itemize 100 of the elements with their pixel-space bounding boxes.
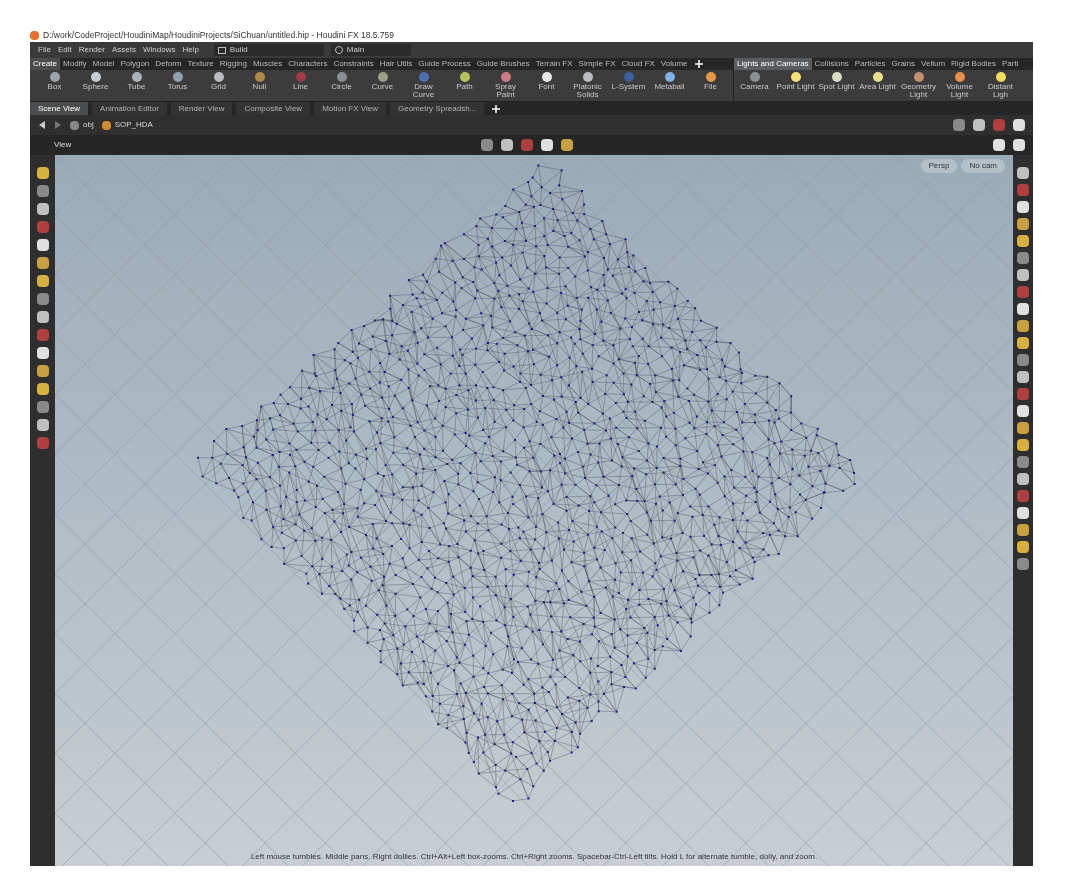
shelf-tab[interactable]: Texture [184,58,217,70]
shelf-tab[interactable]: Muscles [249,58,286,70]
shelf-tab[interactable]: Terrain FX [532,58,576,70]
tool-icon[interactable] [541,139,554,151]
shelf-tool-button[interactable]: Draw Curve [403,70,444,101]
menu-item[interactable]: File [38,44,51,56]
menu-item[interactable]: Assets [111,44,136,56]
shelf-tab[interactable]: Cloud FX [618,58,658,70]
shelf-tool-button[interactable]: Spray Paint [485,70,526,101]
shelf-tool-button[interactable]: Camera [734,70,775,101]
pane-tab[interactable]: Composite View [236,102,311,115]
tool-icon[interactable] [1013,139,1025,151]
tool-icon[interactable] [1017,439,1029,451]
tool-icon[interactable] [36,239,49,251]
shelf-tab[interactable]: Simple FX [575,58,619,70]
tool-icon[interactable] [1017,303,1029,315]
camera-menu[interactable]: Persp [920,159,958,173]
pane-tab[interactable]: Animation Editor [92,102,167,115]
tool-icon[interactable] [501,139,514,151]
pane-tab[interactable]: Render View [170,102,233,115]
tool-icon[interactable] [36,167,49,179]
tool-icon[interactable] [36,365,49,377]
shelf-tab[interactable]: Guide Brushes [473,58,533,70]
shelf-tool-button[interactable]: Geometry Light [898,70,939,101]
camera-menu[interactable]: No cam [961,159,1005,173]
shelf-tool-button[interactable]: Circle [321,70,362,101]
shelf-tool-button[interactable]: Metaball [649,70,690,101]
tool-icon[interactable] [1017,201,1029,213]
shelf-tab[interactable]: Parti [999,58,1022,70]
pane-link-dropdown[interactable]: Main [330,44,411,56]
shelf-tool-button[interactable]: Grid [198,70,239,101]
shelf-tab[interactable]: Rigging [216,58,250,70]
shelf-tool-button[interactable]: Point Light [775,70,816,101]
tool-icon[interactable] [1013,119,1025,131]
shelf-tool-button[interactable]: Curve [362,70,403,101]
shelf-tab[interactable]: Model [89,58,118,70]
shelf-tool-button[interactable]: Line [280,70,321,101]
tool-icon[interactable] [1017,218,1029,230]
pane-tab[interactable]: Geometry Spreadsh... [390,102,485,115]
tool-icon[interactable] [1017,167,1029,179]
tool-icon[interactable] [1017,541,1029,553]
tool-icon[interactable] [1017,235,1029,247]
tool-icon[interactable] [1017,405,1029,417]
shelf-tool-button[interactable]: Spot Light [816,70,857,101]
shelf-tab[interactable]: Deform [152,58,185,70]
shelf-tab[interactable]: Lights and Cameras [734,58,812,70]
shelf-tool-button[interactable]: Path [444,70,485,101]
shelf-tool-button[interactable]: Tube [116,70,157,101]
shelf-tab[interactable]: Polygon [117,58,153,70]
tool-icon[interactable] [1017,507,1029,519]
shelf-tool-button[interactable]: Sphere [75,70,116,101]
forward-arrow-icon[interactable] [54,121,62,129]
menu-item[interactable]: Edit [57,44,72,56]
shelf-tab[interactable]: Hair Utils [376,58,416,70]
add-tab-icon[interactable] [694,60,703,68]
tool-icon[interactable] [36,419,49,431]
shelf-tab[interactable]: Collisions [811,58,852,70]
shelf-tab[interactable]: Guide Process [415,58,474,70]
shelf-tab[interactable]: Constraints [330,58,377,70]
shelf-tool-button[interactable]: Platonic Solids [567,70,608,101]
add-tab-icon[interactable] [492,104,501,113]
path-node-button[interactable]: SOP_HDA [101,119,153,131]
tool-icon[interactable] [36,203,49,215]
tool-icon[interactable] [993,139,1005,151]
tool-icon[interactable] [36,383,49,395]
tool-icon[interactable] [36,257,49,269]
menu-item[interactable]: Windows [142,44,176,56]
tool-icon[interactable] [1017,422,1029,434]
tool-icon[interactable] [1017,371,1029,383]
tool-icon[interactable] [1017,337,1029,349]
tool-icon[interactable] [973,119,985,131]
back-arrow-icon[interactable] [38,121,46,129]
tool-icon[interactable] [1017,320,1029,332]
tool-icon[interactable] [1017,269,1029,281]
tool-icon[interactable] [36,311,49,323]
shelf-tool-button[interactable]: Torus [157,70,198,101]
shelf-tool-button[interactable]: Distant Ligh [980,70,1021,101]
shelf-tab[interactable]: Particles [851,58,889,70]
tool-icon[interactable] [1017,524,1029,536]
shelf-tool-button[interactable]: Area Light [857,70,898,101]
shelf-tab[interactable]: Characters [285,58,331,70]
shelf-tool-button[interactable]: File [690,70,731,101]
menu-item[interactable]: Render [78,44,105,56]
tool-icon[interactable] [1017,473,1029,485]
shelf-tab[interactable]: Modify [60,58,90,70]
shelf-tab[interactable]: Volume [657,58,691,70]
shelf-tool-button[interactable]: Volume Light [939,70,980,101]
pane-tab[interactable]: Motion FX View [314,102,386,115]
shelf-tool-button[interactable]: Font [526,70,567,101]
tool-icon[interactable] [561,139,574,151]
shelf-tool-button[interactable]: Null [239,70,280,101]
shelf-tab[interactable]: Create [30,58,60,70]
desktop-dropdown[interactable]: Build [213,44,324,56]
shelf-tab[interactable]: Vellum [918,58,949,70]
tool-icon[interactable] [36,347,49,359]
menu-item[interactable]: Help [182,44,199,56]
tool-icon[interactable] [36,275,49,287]
pane-tab[interactable]: Scene View [30,102,89,115]
shelf-tab[interactable]: Grains [888,58,919,70]
path-node-button[interactable]: obj [70,119,94,131]
